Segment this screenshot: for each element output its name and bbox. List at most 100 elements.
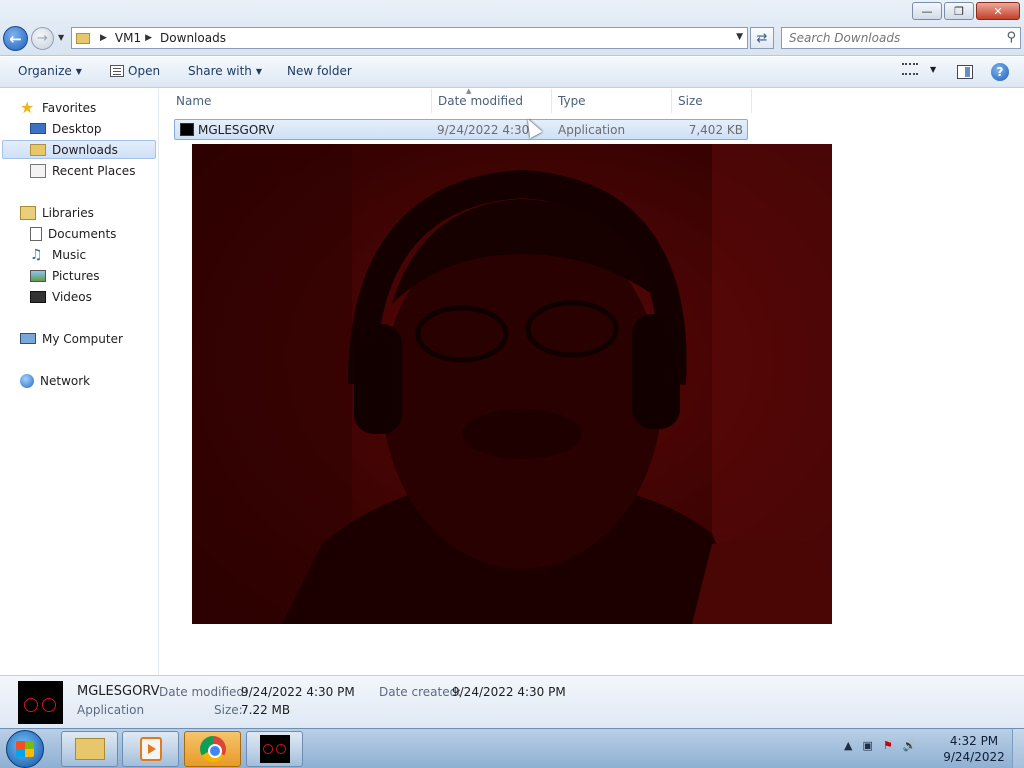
column-type[interactable]: Type (552, 89, 672, 113)
navigation-pane: ★ Favorites Desktop Downloads Recent Pla… (0, 89, 159, 675)
change-view-button[interactable]: ▼ (902, 63, 936, 75)
nav-videos[interactable]: Videos (30, 287, 92, 306)
chevron-down-icon: ▼ (930, 64, 937, 74)
nav-libraries-label: Libraries (42, 205, 94, 220)
file-date-modified: 9/24/2022 4:30 PM (437, 123, 529, 137)
star-icon: ★ (20, 97, 35, 117)
clock-time: 4:32 PM (949, 734, 999, 748)
file-thumbnail (18, 681, 63, 724)
thumbnail-ring-left (24, 698, 38, 712)
webcam-image (192, 144, 832, 624)
help-icon: ? (991, 63, 1009, 81)
nav-network-label: Network (40, 373, 91, 388)
volume-icon[interactable]: 🔊 (903, 739, 917, 752)
videos-icon (30, 290, 46, 303)
nav-pictures-label: Pictures (52, 268, 100, 283)
breadcrumb-downloads[interactable]: Downloads (160, 31, 226, 45)
search-box[interactable]: ⚲ (781, 27, 1021, 49)
network-icon (20, 373, 34, 388)
windows-logo-icon (16, 741, 34, 757)
chrome-icon (199, 736, 226, 762)
open-button[interactable]: Open (110, 64, 160, 78)
minimize-button[interactable]: — (912, 2, 942, 20)
file-row-mglesgorv[interactable]: MGLESGORV 9/24/2022 4:30 PM Application … (174, 119, 748, 140)
show-desktop-button[interactable] (1012, 729, 1024, 768)
file-size: 7,402 KB (688, 123, 743, 137)
clock[interactable]: 4:32 PM 9/24/2022 (938, 733, 1010, 765)
nav-music-label: Music (52, 247, 87, 262)
forward-arrow-icon: → (37, 31, 48, 46)
title-bar: — ❐ ✕ ← → ▼ ▶ VM1 ▶ Downloads ▼ ⇄ ⚲ (0, 0, 1024, 56)
nav-documents[interactable]: Documents (30, 224, 116, 243)
details-date-modified-label: Date modified: (159, 685, 249, 699)
forward-button[interactable]: → (31, 27, 54, 50)
maximize-button[interactable]: ❐ (944, 2, 974, 20)
network-tray-icon[interactable]: ▣ (862, 739, 872, 752)
chevron-right-icon[interactable]: ▶ (100, 33, 107, 43)
nav-music[interactable]: ♫ Music (30, 245, 86, 264)
refresh-icon: ⇄ (756, 30, 768, 46)
taskbar-chrome[interactable] (184, 731, 241, 767)
taskbar-explorer[interactable] (61, 731, 118, 767)
search-icon[interactable]: ⚲ (1006, 30, 1016, 45)
column-name[interactable]: Name (170, 89, 432, 113)
close-button[interactable]: ✕ (976, 2, 1020, 20)
start-button[interactable] (6, 730, 44, 768)
system-tray: ▲ ▣ ⚑ 🔊 (844, 739, 916, 752)
refresh-button[interactable]: ⇄ (750, 27, 774, 49)
taskbar-media-player[interactable] (122, 731, 179, 767)
open-icon (110, 65, 124, 77)
details-file-type: Application (77, 703, 145, 717)
nav-my-computer[interactable]: My Computer (20, 329, 123, 348)
documents-icon (30, 226, 42, 241)
address-dropdown-icon[interactable]: ▼ (736, 32, 743, 42)
chevron-down-icon: ▼ (75, 66, 82, 76)
action-center-icon[interactable]: ⚑ (883, 739, 893, 752)
address-bar[interactable]: ▶ VM1 ▶ Downloads ▼ (71, 27, 748, 49)
column-date-modified[interactable]: Date modified (432, 89, 552, 113)
chevron-right-icon[interactable]: ▶ (145, 33, 152, 43)
pictures-icon (30, 269, 46, 282)
nav-pictures[interactable]: Pictures (30, 266, 100, 285)
music-icon: ♫ (30, 246, 43, 263)
column-headers: ▲ Name Date modified Type Size (170, 87, 752, 113)
webcam-overlay (192, 144, 832, 624)
taskbar-mglesgorv[interactable] (246, 731, 303, 767)
new-folder-button[interactable]: New folder (287, 64, 352, 78)
app-ring-right (275, 744, 286, 754)
nav-downloads[interactable]: Downloads (2, 140, 156, 159)
back-arrow-icon: ← (9, 29, 22, 48)
back-button[interactable]: ← (3, 26, 28, 51)
nav-favorites[interactable]: ★ Favorites (20, 98, 96, 117)
search-input[interactable] (789, 31, 994, 45)
window-controls: — ❐ ✕ (912, 2, 1020, 20)
column-size[interactable]: Size (672, 89, 752, 113)
nav-libraries[interactable]: Libraries (20, 203, 94, 222)
nav-downloads-label: Downloads (52, 142, 118, 157)
organize-button[interactable]: Organize ▼ (18, 64, 82, 78)
share-with-button[interactable]: Share with ▼ (188, 64, 262, 78)
nav-recent-places[interactable]: Recent Places (30, 161, 135, 180)
minimize-icon: — (921, 4, 933, 18)
preview-pane-icon (957, 65, 973, 79)
nav-network[interactable]: Network (20, 371, 90, 390)
file-name: MGLESGORV (198, 123, 275, 137)
mglesgorv-app-icon (259, 735, 290, 763)
media-player-icon (139, 737, 162, 761)
show-hidden-icons-icon[interactable]: ▲ (844, 739, 852, 752)
details-size-label: Size: (214, 703, 243, 717)
nav-favorites-label: Favorites (42, 100, 97, 115)
help-button[interactable]: ? (991, 63, 1009, 81)
folder-icon (76, 32, 90, 44)
recent-pages-dropdown[interactable]: ▼ (58, 33, 64, 42)
command-bar: Organize ▼ Open Share with ▼ New folder … (0, 57, 1024, 88)
nav-recent-places-label: Recent Places (52, 163, 136, 178)
details-file-name: MGLESGORV (77, 684, 160, 699)
view-list-icon (902, 63, 918, 75)
libraries-icon (20, 205, 36, 220)
preview-pane-button[interactable] (957, 65, 973, 79)
details-pane: MGLESGORV Application Date modified: 9/2… (0, 675, 1024, 728)
explorer-icon (74, 738, 105, 760)
breadcrumb-vm1[interactable]: VM1 (115, 31, 141, 45)
nav-desktop[interactable]: Desktop (30, 119, 102, 138)
